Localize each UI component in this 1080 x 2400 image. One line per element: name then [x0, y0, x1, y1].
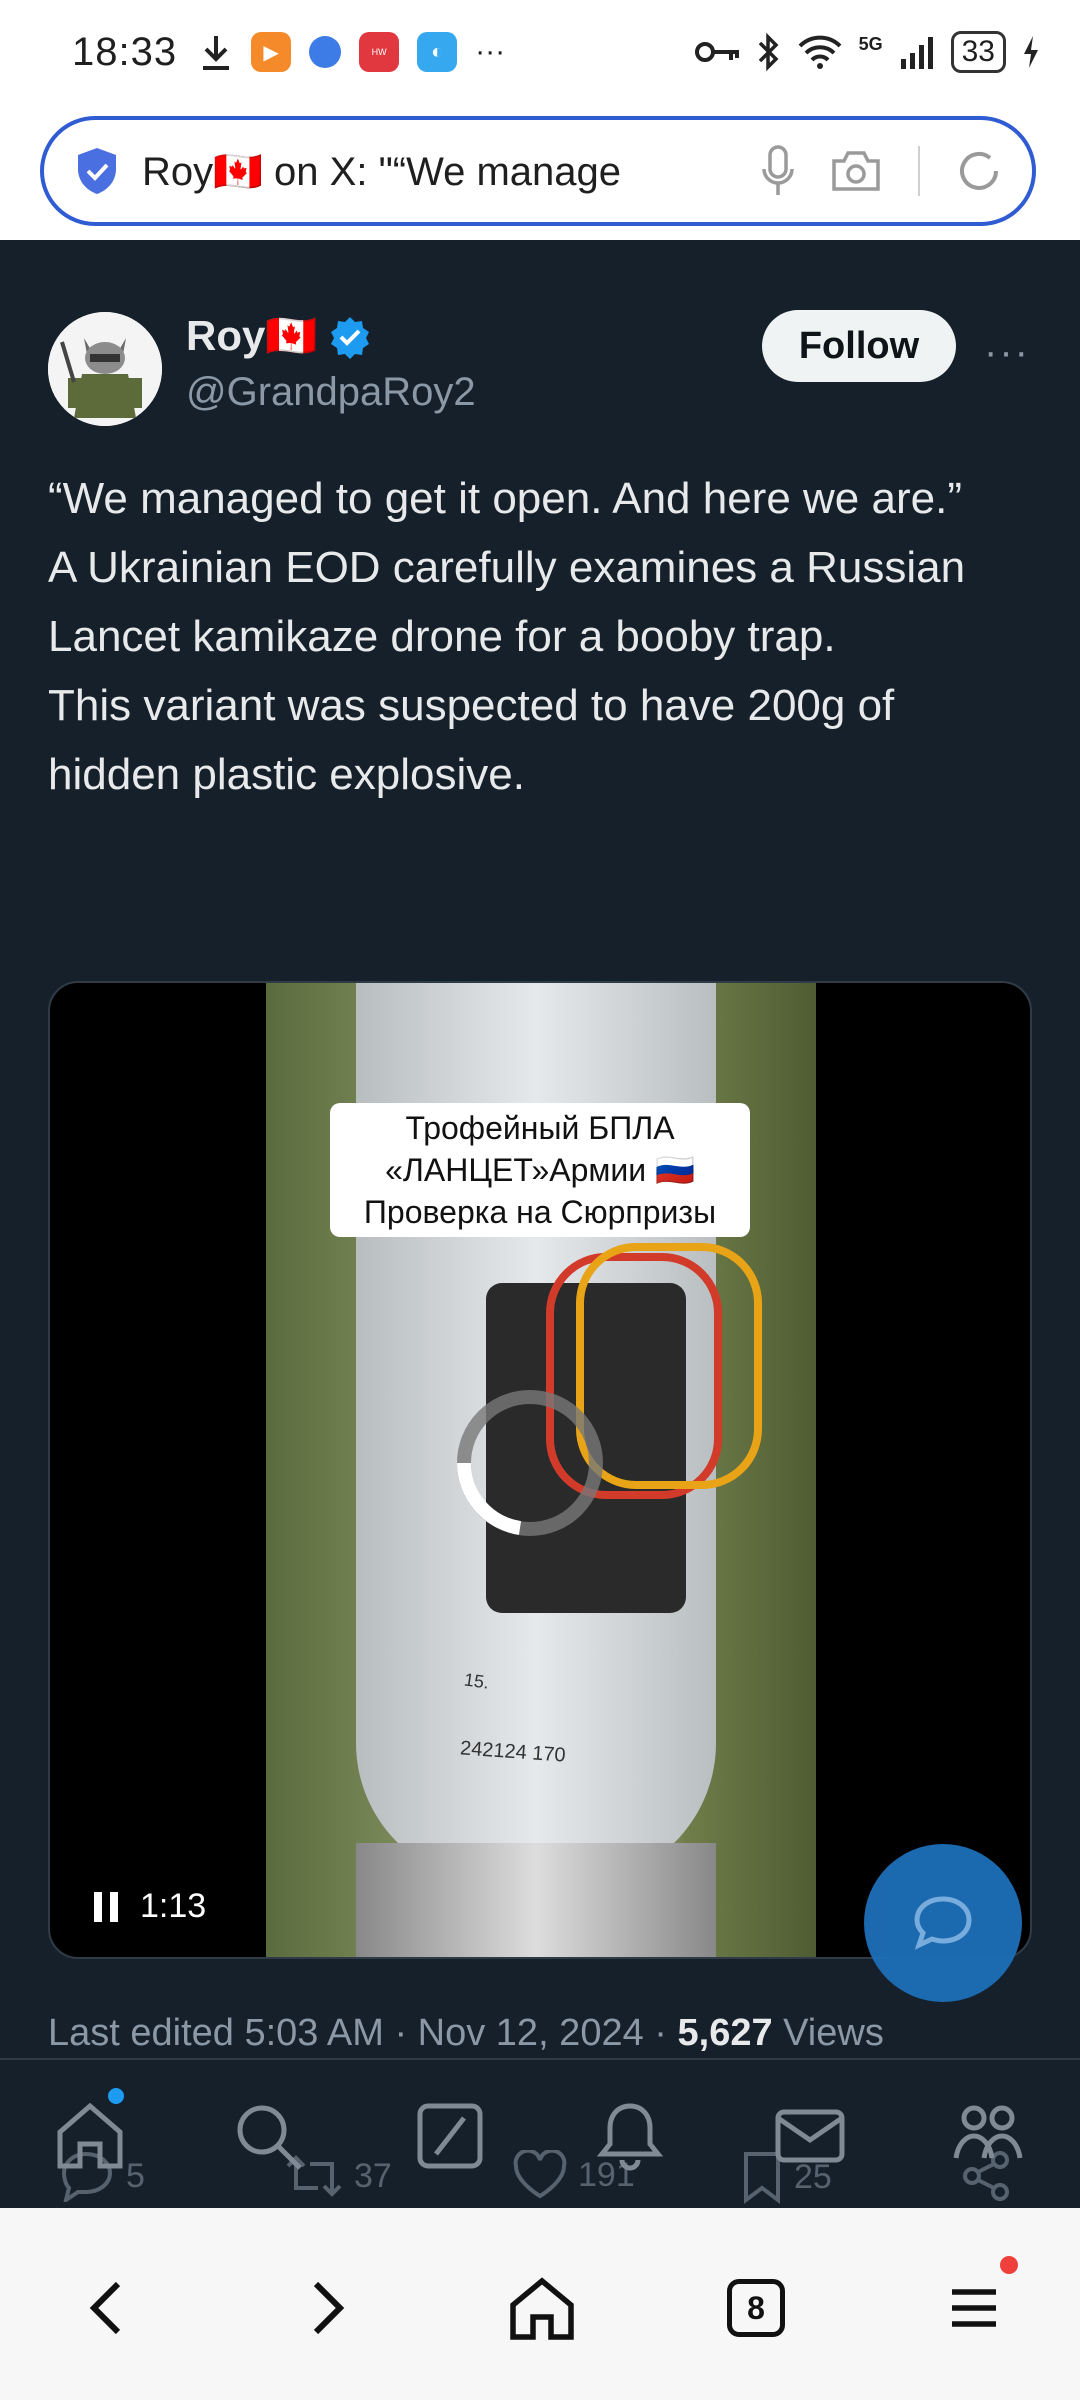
- author-name-text: Roy🇨🇦: [186, 312, 318, 359]
- status-app-icons: ▶ HW ◐ ···: [199, 32, 505, 72]
- battery-level: 33: [950, 31, 1006, 73]
- notifications-tab-icon[interactable]: [592, 2098, 668, 2174]
- shield-icon: [78, 148, 116, 194]
- floating-reply-button[interactable]: [864, 1844, 1022, 2002]
- wifi-icon: [798, 35, 842, 69]
- tweet-text: “We managed to get it open. And here we …: [48, 464, 1038, 809]
- forward-button[interactable]: [288, 2268, 368, 2348]
- download-icon: [203, 36, 230, 70]
- messages-tab-icon[interactable]: [772, 2098, 848, 2174]
- video-time: 1:13: [140, 1887, 207, 1925]
- tweet-text-line: This variant was suspected to have 200g …: [48, 681, 895, 799]
- status-bar: 18:33 ▶ HW ◐ ··· 5G 33: [0, 0, 1080, 104]
- bluetooth-icon: [758, 32, 779, 72]
- browser-toolbar: Roy🇨🇦 on X: "“We manage: [0, 104, 1080, 240]
- status-right: 5G 33: [694, 31, 1040, 73]
- avatar[interactable]: [48, 312, 162, 426]
- home-icon: [510, 2277, 574, 2340]
- home-button[interactable]: [502, 2268, 582, 2348]
- chevron-left-icon: [89, 2281, 121, 2335]
- status-more-icon: ···: [475, 35, 506, 68]
- browser-app-icon: [309, 36, 342, 68]
- chat-bubble-icon: [914, 1896, 972, 1950]
- network-type: 5G: [858, 33, 883, 54]
- video-player[interactable]: 15. 242124 170 Трофейный БПЛА «ЛАНЦЕТ»Ар…: [48, 981, 1032, 1959]
- chevron-right-icon: [313, 2281, 345, 2335]
- author-name[interactable]: Roy🇨🇦: [186, 312, 372, 361]
- charging-icon: [1024, 36, 1038, 68]
- overlay-line: «ЛАНЦЕТ»Армии 🇷🇺: [385, 1152, 695, 1188]
- notification-dot: [108, 2088, 124, 2104]
- more-options-icon[interactable]: ···: [984, 330, 1030, 375]
- app-tab-bar: [0, 2068, 1080, 2208]
- views-label: Views: [772, 2012, 884, 2054]
- views-count: 5,627: [677, 2012, 773, 2054]
- play-app-icon: ▶: [251, 32, 292, 72]
- video-caption-overlay: Трофейный БПЛА «ЛАНЦЕТ»Армии 🇷🇺 Проверка…: [330, 1103, 750, 1237]
- divider: [0, 2058, 1080, 2060]
- camera-icon[interactable]: [830, 149, 882, 193]
- loading-spinner-icon: [457, 1390, 603, 1536]
- search-tab-icon[interactable]: [230, 2098, 306, 2174]
- menu-button[interactable]: [934, 2268, 1014, 2348]
- browser-nav-bar: 8: [0, 2208, 1080, 2400]
- drone-marking: 15.: [462, 1669, 491, 1693]
- home-tab-icon[interactable]: [52, 2098, 128, 2174]
- address-bar[interactable]: Roy🇨🇦 on X: "“We manage: [40, 116, 1036, 226]
- tabs-count: 8: [727, 2279, 785, 2337]
- grok-tab-icon[interactable]: [412, 2098, 488, 2174]
- playback-controls: 1:13: [94, 1887, 206, 1926]
- author-handle[interactable]: @GrandpaRoy2: [186, 370, 476, 415]
- overlay-line: Трофейный БПЛА: [405, 1110, 675, 1146]
- gallery-app-icon: ◐: [417, 32, 458, 72]
- status-time: 18:33: [72, 29, 178, 74]
- tweet-meta: Last edited 5:03 AM · Nov 12, 2024 · 5,6…: [48, 2012, 884, 2055]
- avatar-raccoon-soldier-icon: [48, 312, 162, 426]
- tweet-text-line: “We managed to get it open. And here we …: [48, 474, 962, 523]
- edited-timestamp[interactable]: Last edited 5:03 AM · Nov 12, 2024 ·: [48, 2012, 678, 2054]
- overlay-line: Проверка на Сюрпризы: [363, 1194, 717, 1230]
- hamburger-menu-icon: [952, 2289, 996, 2327]
- signal-icon: [900, 37, 933, 69]
- pause-icon[interactable]: [94, 1891, 118, 1922]
- reload-icon[interactable]: [956, 148, 1002, 194]
- microphone-icon[interactable]: [762, 145, 794, 197]
- communities-tab-icon[interactable]: [950, 2098, 1026, 2174]
- menu-notification-dot: [1000, 2256, 1018, 2274]
- huawei-app-icon: HW: [359, 32, 400, 72]
- follow-button[interactable]: Follow: [762, 310, 956, 382]
- tweet-text-line: A Ukrainian EOD carefully examines a Rus…: [48, 543, 966, 661]
- key-icon: [694, 42, 739, 62]
- toolbar-separator: [918, 146, 920, 196]
- back-button[interactable]: [66, 2268, 146, 2348]
- tabs-button[interactable]: 8: [716, 2268, 796, 2348]
- verified-badge-icon: [330, 316, 369, 359]
- address-text[interactable]: Roy🇨🇦 on X: "“We manage: [142, 148, 662, 195]
- drone-marking: 242124 170: [459, 1737, 567, 1767]
